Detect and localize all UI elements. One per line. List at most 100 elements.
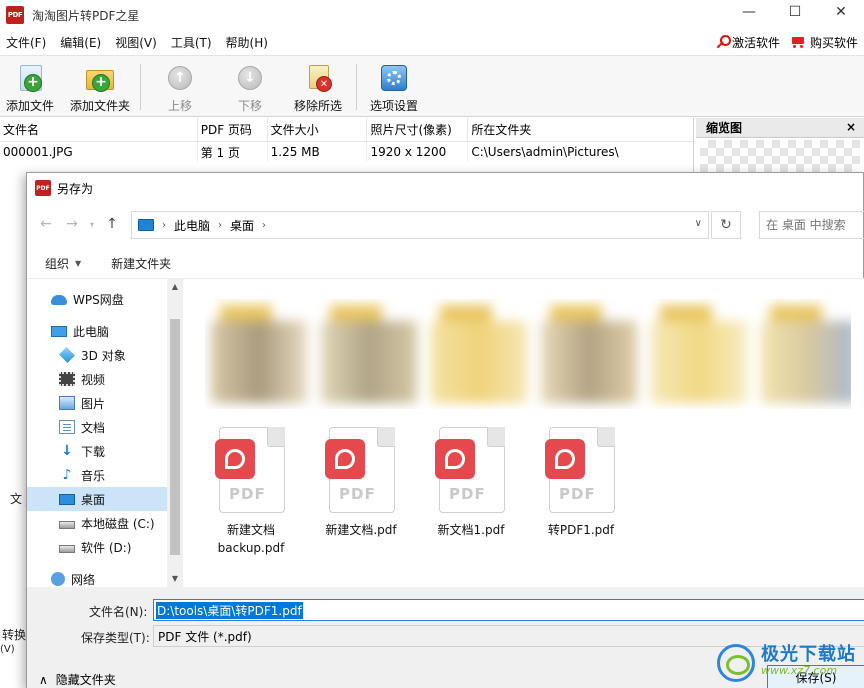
menu-bar: 文件(F) 编辑(E) 视图(V) 工具(T) 帮助(H) 激活软件 购买软件: [0, 30, 864, 54]
picture-icon: [59, 396, 75, 410]
watermark: 极光下载站 www.xz7.com: [717, 644, 856, 682]
file-item[interactable]: PDF 新建文档.pdf: [311, 425, 411, 565]
recent-dropdown-icon[interactable]: ▾: [85, 220, 99, 229]
nav-item-downloads[interactable]: ↓ 下载: [27, 439, 167, 463]
menu-view[interactable]: 视图(V): [109, 34, 165, 51]
nav-item-desktop[interactable]: 桌面: [27, 487, 167, 511]
file-item[interactable]: PDF 新建文档 backup.pdf: [201, 425, 301, 565]
nav-item-label: 本地磁盘 (C:): [81, 516, 155, 531]
pdf-file-icon: PDF: [215, 425, 287, 515]
col-size[interactable]: 文件大小: [268, 118, 368, 141]
back-arrow-icon[interactable]: ←: [33, 216, 59, 232]
file-name: 新文档1.pdf: [437, 523, 505, 537]
pdf-word: PDF: [339, 485, 376, 503]
activate-software-link[interactable]: 激活软件: [714, 34, 780, 51]
buy-label: 购买软件: [809, 35, 858, 50]
file-name: 转PDF1.pdf: [547, 523, 615, 537]
convert-label: 转换: [0, 626, 27, 643]
toolbar: + 添加文件 + 添加文件夹 ↑ 上移 ↓ 下移 ✕ 移除所选 选项设置: [0, 55, 864, 117]
add-file-label: 添加文件: [6, 99, 55, 113]
nav-item-label: 视频: [81, 372, 106, 387]
document-icon: [59, 420, 75, 434]
chevron-up-icon: ∧: [39, 672, 48, 687]
new-folder-button[interactable]: 新建文件夹: [111, 255, 171, 272]
forward-arrow-icon[interactable]: →: [59, 216, 85, 232]
buy-software-link[interactable]: 购买软件: [790, 34, 858, 51]
breadcrumb-this-pc[interactable]: 此电脑: [174, 217, 210, 234]
close-button[interactable]: ✕: [818, 0, 864, 24]
file-item[interactable]: PDF 新文档1.pdf: [421, 425, 521, 565]
breadcrumb[interactable]: › 此电脑 › 桌面 › ∨: [131, 211, 709, 239]
col-filename[interactable]: 文件名: [0, 118, 198, 141]
nav-item-label: 音乐: [81, 468, 106, 483]
refresh-button[interactable]: ↻: [711, 211, 741, 239]
minimize-button[interactable]: —: [726, 0, 772, 24]
nav-item-label: 网络: [71, 572, 96, 587]
pdf-word: PDF: [229, 485, 266, 503]
table-row[interactable]: 000001.JPG 第 1 页 1.25 MB 1920 x 1200 C:\…: [0, 142, 693, 162]
nav-item-pictures[interactable]: 图片: [27, 391, 167, 415]
nav-item-this-pc[interactable]: 此电脑: [27, 319, 167, 343]
table-header: 文件名 PDF 页码 文件大小 照片尺寸(像素) 所在文件夹: [0, 118, 693, 142]
search-input[interactable]: [766, 218, 856, 232]
command-bar: 组织 ▼ 新建文件夹: [27, 249, 864, 279]
cart-icon: [790, 35, 806, 49]
search-box[interactable]: [759, 211, 864, 239]
col-dimensions[interactable]: 照片尺寸(像素): [367, 118, 469, 141]
nav-item-music[interactable]: ♪ 音乐: [27, 463, 167, 487]
move-up-label: 上移: [167, 99, 192, 113]
watermark-text: 极光下载站: [761, 644, 856, 665]
nav-item-wps-drive[interactable]: WPS网盘: [27, 287, 167, 311]
menu-file[interactable]: 文件(F): [0, 34, 54, 51]
move-down-button[interactable]: ↓ 下移: [234, 62, 266, 114]
maximize-button[interactable]: ☐: [772, 0, 818, 24]
film-icon: [59, 372, 75, 386]
pdf-file-icon: PDF: [545, 425, 617, 515]
close-icon[interactable]: ×: [846, 120, 856, 134]
menu-help[interactable]: 帮助(H): [220, 34, 276, 51]
options-label: 选项设置: [370, 99, 419, 113]
nav-item-label: 桌面: [81, 492, 106, 507]
activate-label: 激活软件: [731, 35, 780, 50]
chevron-right-icon: ›: [218, 219, 223, 231]
nav-item-label: 文档: [81, 420, 106, 435]
pdf-word: PDF: [449, 485, 486, 503]
breadcrumb-desktop[interactable]: 桌面: [230, 217, 254, 234]
app-logo-icon: PDF: [6, 6, 24, 24]
nav-item-software-d[interactable]: 软件 (D:): [27, 535, 167, 559]
scroll-thumb[interactable]: [170, 319, 180, 555]
cell-page: 第 1 页: [198, 142, 268, 162]
cell-size: 1.25 MB: [268, 142, 368, 162]
add-folder-button[interactable]: + 添加文件夹: [70, 62, 130, 114]
add-file-button[interactable]: + 添加文件: [6, 62, 54, 114]
nav-item-documents[interactable]: 文档: [27, 415, 167, 439]
filetype-label: 保存类型(T):: [81, 631, 150, 645]
filename-field[interactable]: D:\tools\桌面\转PDF1.pdf: [153, 599, 864, 621]
thumbnail-title: 缩览图: [706, 121, 743, 135]
nav-item-local-disk-c[interactable]: 本地磁盘 (C:): [27, 511, 167, 535]
scroll-up-icon[interactable]: ▲: [167, 279, 183, 295]
cube-icon: [59, 347, 75, 363]
up-arrow-icon[interactable]: ↑: [99, 216, 125, 232]
options-button[interactable]: 选项设置: [370, 62, 418, 114]
remove-selected-button[interactable]: ✕ 移除所选: [294, 62, 342, 114]
chevron-down-icon[interactable]: ∨: [695, 218, 702, 229]
drive-icon: [59, 544, 75, 553]
hide-folders-toggle[interactable]: ∧ 隐藏文件夹: [39, 671, 116, 688]
nav-item-label: WPS网盘: [73, 292, 124, 307]
file-item[interactable]: PDF 转PDF1.pdf: [531, 425, 631, 565]
nav-scrollbar[interactable]: ▲ ▼: [167, 279, 183, 587]
pdf-file-icon: PDF: [435, 425, 507, 515]
move-up-button[interactable]: ↑ 上移: [164, 62, 196, 114]
nav-item-videos[interactable]: 视频: [27, 367, 167, 391]
col-page[interactable]: PDF 页码: [198, 118, 268, 141]
save-as-dialog: PDF 另存为 ← → ▾ ↑ › 此电脑 › 桌面 › ∨ ↻ 组织 ▼ 新建…: [26, 172, 864, 688]
menu-edit[interactable]: 编辑(E): [54, 34, 109, 51]
nav-item-3d-objects[interactable]: 3D 对象: [27, 343, 167, 367]
cloud-icon: [51, 295, 67, 305]
dialog-title-bar: PDF 另存为: [27, 173, 863, 203]
organize-button[interactable]: 组织 ▼: [45, 255, 81, 272]
menu-tools[interactable]: 工具(T): [165, 34, 220, 51]
scroll-down-icon[interactable]: ▼: [167, 571, 183, 587]
col-folder[interactable]: 所在文件夹: [468, 118, 693, 141]
